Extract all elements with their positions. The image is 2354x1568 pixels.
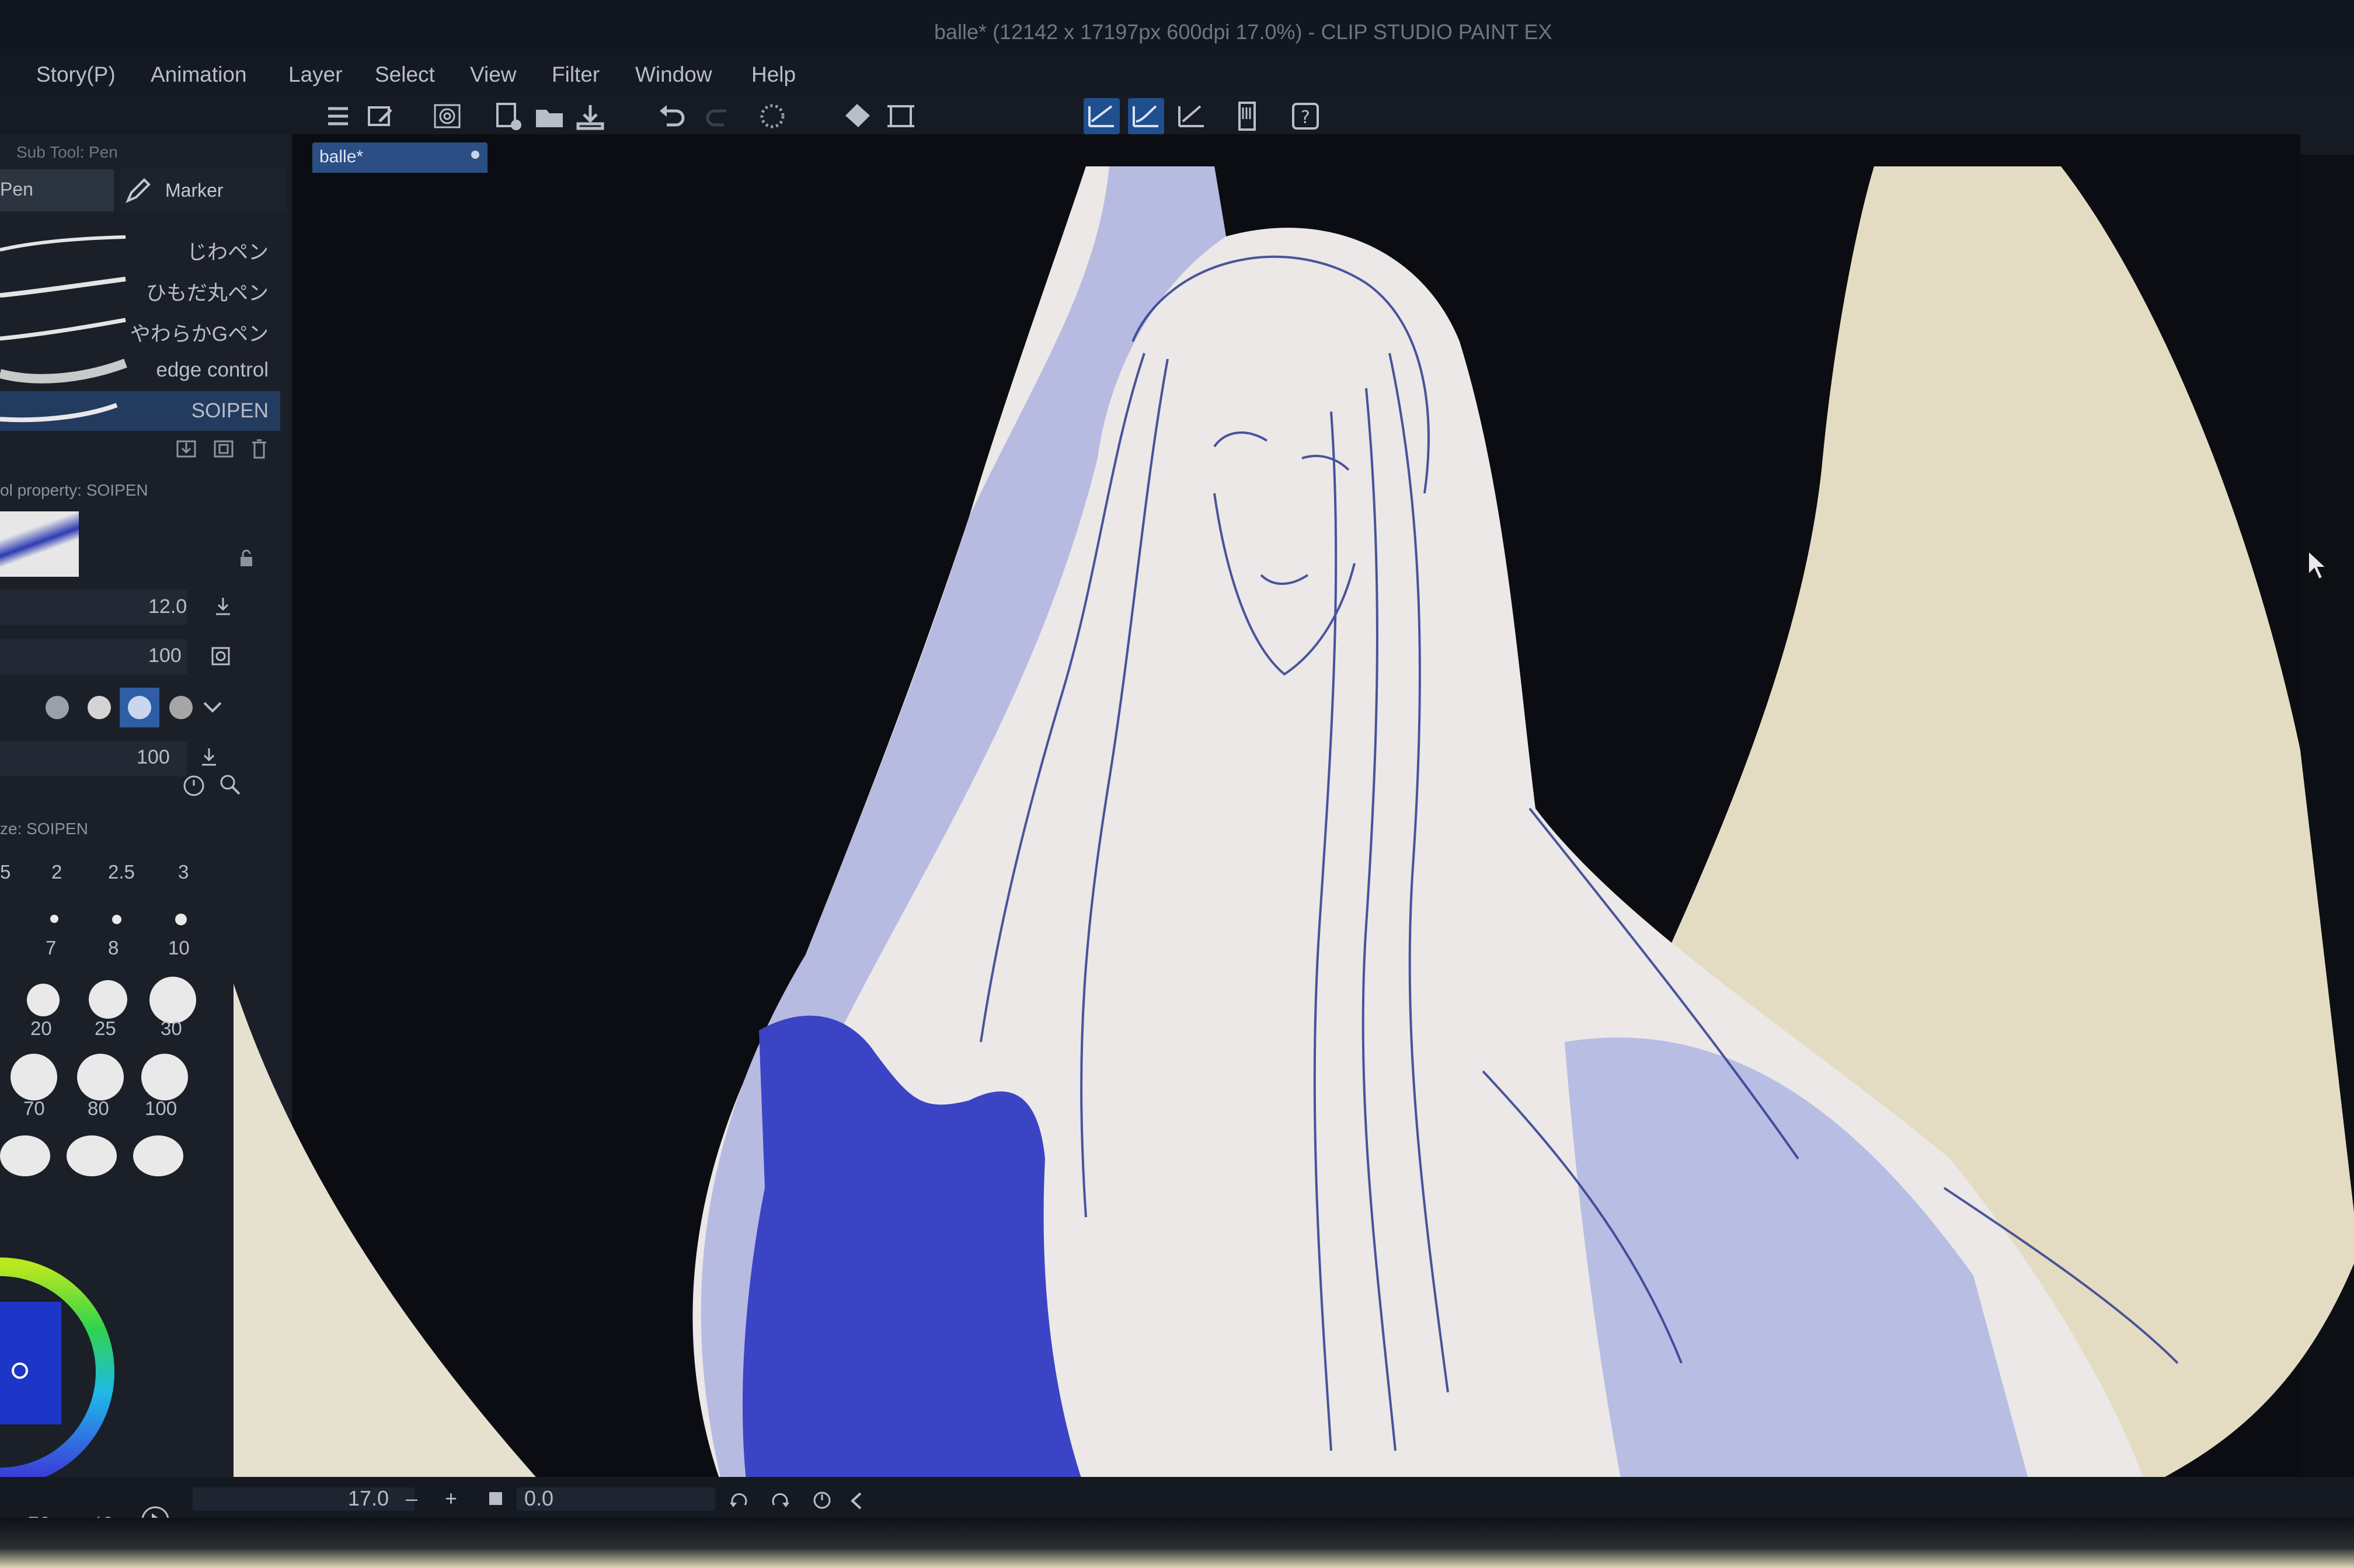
zoom-in-button[interactable]: + [445, 1486, 457, 1511]
size-dot [133, 1135, 183, 1176]
marker-icon [126, 178, 151, 203]
tab-pen-label: Pen [0, 179, 33, 200]
chevron-left-icon[interactable] [849, 1491, 864, 1511]
tip-blur-icon[interactable] [169, 696, 193, 719]
size-preset[interactable]: 70 [23, 1097, 45, 1120]
menu-story[interactable]: Story(P) [36, 62, 116, 87]
pen-stabilize-icon[interactable] [1084, 98, 1120, 134]
artwork-canvas[interactable] [222, 166, 2354, 1492]
menu-view[interactable]: View [470, 62, 517, 87]
color-wheel[interactable] [0, 1220, 128, 1512]
size-preset[interactable]: 2 [51, 861, 62, 883]
menu-help[interactable]: Help [751, 62, 796, 87]
menu-window[interactable]: Window [635, 62, 712, 87]
ruler-icon[interactable] [1173, 98, 1210, 134]
brush-stroke-preview [0, 277, 126, 298]
size-dot [67, 1135, 117, 1176]
tip-rough-icon[interactable] [46, 696, 69, 719]
angle-value[interactable]: 0.0 [524, 1486, 553, 1511]
zoom-value[interactable]: 17.0 [348, 1486, 389, 1511]
close-icon[interactable] [471, 151, 479, 159]
brush-stroke-preview [0, 403, 118, 423]
size-dot [11, 1054, 57, 1100]
fill-icon[interactable] [840, 98, 876, 134]
rotate-left-icon[interactable] [727, 1489, 751, 1512]
size-dot [149, 977, 196, 1023]
size-dot [141, 1054, 188, 1100]
brush-stroke-preview [0, 358, 127, 384]
tool-property-header: ol property: SOIPEN [0, 481, 148, 499]
brush-stroke-preview [0, 235, 126, 252]
opacity-value[interactable]: 100 [148, 644, 182, 667]
zoom-out-button[interactable]: – [406, 1486, 417, 1511]
art-cream-left [234, 984, 549, 1492]
size-preset[interactable]: 25 [95, 1018, 116, 1040]
menu-icon[interactable] [320, 98, 356, 134]
third-value[interactable]: 100 [137, 746, 170, 769]
loading-icon[interactable] [754, 98, 791, 134]
tablet-icon[interactable] [1229, 98, 1265, 134]
timer-icon[interactable] [181, 772, 207, 797]
brush-size-panel-header: ze: SOIPEN [0, 820, 88, 838]
size-dot [27, 984, 60, 1016]
tab-marker-label: Marker [165, 180, 224, 201]
menu-select[interactable]: Select [375, 62, 435, 87]
size-preset[interactable]: 3 [178, 861, 189, 883]
size-dot [77, 1054, 124, 1100]
size-dot [0, 1135, 50, 1176]
title-bar: balle* (12142 x 17197px 600dpi 17.0%) - … [0, 0, 2354, 64]
undo-icon[interactable] [654, 98, 690, 134]
brush-size-value[interactable]: 12.0 [148, 595, 187, 618]
reset-rotation-icon[interactable] [810, 1489, 834, 1512]
document-tab-label: balle* [319, 147, 364, 166]
monitor-bezel [0, 1518, 2354, 1568]
svg-text:?: ? [1301, 107, 1310, 128]
size-preset[interactable]: 20 [30, 1018, 52, 1040]
new-file-icon[interactable] [490, 98, 527, 134]
window-title: balle* (12142 x 17197px 600dpi 17.0%) - … [934, 20, 1552, 44]
sub-tool-header: Sub Tool: Pen [16, 143, 118, 161]
brush-preview [0, 511, 79, 577]
menu-animation[interactable]: Animation [151, 62, 247, 87]
menu-layer[interactable]: Layer [288, 62, 343, 87]
tip-soft-selected[interactable] [120, 688, 159, 727]
download-icon[interactable] [197, 745, 221, 768]
brush-stroke-preview [0, 318, 126, 341]
save-icon[interactable] [572, 98, 608, 134]
open-folder-icon[interactable] [531, 98, 567, 134]
tab-pen[interactable]: Pen [0, 169, 114, 211]
rotate-right-icon[interactable] [768, 1489, 792, 1512]
size-dot [175, 914, 187, 925]
size-preset[interactable]: 100 [145, 1097, 177, 1120]
redo-icon[interactable] [701, 98, 737, 134]
pen-curve-icon[interactable] [1128, 98, 1164, 134]
mouse-cursor-icon [2308, 549, 2328, 580]
menu-filter[interactable]: Filter [552, 62, 600, 87]
tip-hard-icon[interactable] [88, 696, 111, 719]
size-dot [112, 915, 121, 924]
help-icon[interactable]: ? [1287, 98, 1324, 134]
size-preset[interactable]: 7 [46, 937, 56, 959]
swirl-icon[interactable] [429, 98, 465, 134]
chevron-down-icon[interactable] [201, 698, 224, 716]
size-preset[interactable]: 2.5 [108, 861, 135, 883]
brush-size-grid: 5 2 2.5 3 7 8 10 20 25 30 70 80 100 [0, 849, 234, 1194]
menu-bar: Story(P) Animation Layer Select View Fil… [0, 55, 2354, 96]
brush-tip-options [0, 684, 245, 731]
size-preset[interactable]: 10 [168, 937, 190, 959]
size-preset[interactable]: 80 [88, 1097, 109, 1120]
stop-icon[interactable] [489, 1492, 502, 1505]
size-dot [50, 915, 58, 923]
size-preset[interactable]: 30 [161, 1018, 182, 1040]
size-preset[interactable]: 5 [0, 861, 11, 883]
size-dot [89, 980, 127, 1019]
import-icon[interactable] [175, 437, 199, 460]
transform-icon[interactable] [883, 98, 919, 134]
new-canvas-icon[interactable] [362, 98, 398, 134]
size-preset[interactable]: 8 [108, 937, 119, 959]
